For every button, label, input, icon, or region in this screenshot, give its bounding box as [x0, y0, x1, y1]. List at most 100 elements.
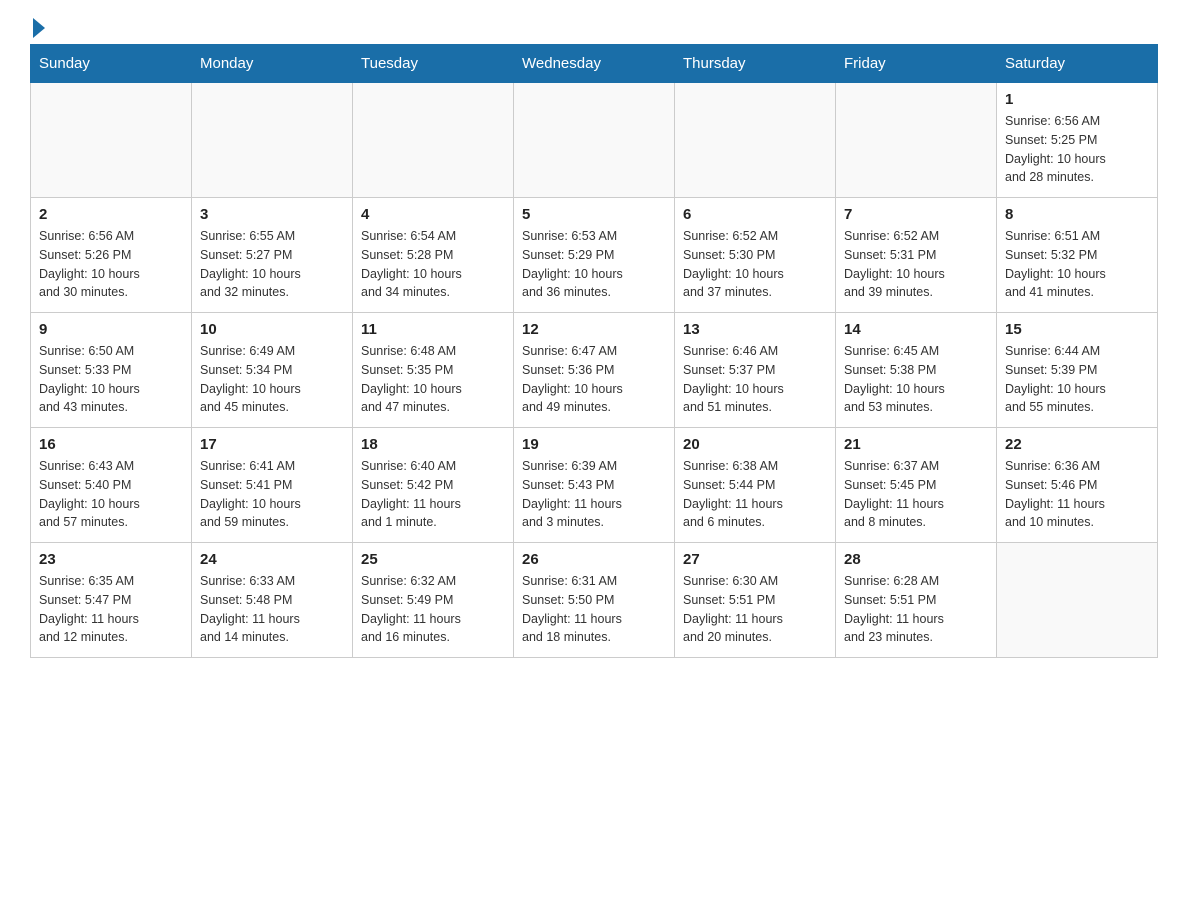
calendar-day: 28Sunrise: 6:28 AMSunset: 5:51 PMDayligh…	[836, 543, 997, 658]
calendar-day: 24 Sunrise: 6:33 AMSunset: 5:48 PMDayligh…	[192, 543, 353, 658]
calendar-day: 26 Sunrise: 6:31 AMSunset: 5:50 PMDayligh…	[514, 543, 675, 658]
day-info: Sunrise: 6:56 AMSunset: 5:26 PMDaylight:…	[39, 227, 183, 302]
calendar-day	[514, 83, 675, 198]
day-number: 18	[361, 436, 505, 453]
calendar-day	[31, 83, 192, 198]
day-info: Sunrise: 6:31 AMSunset: 5:50 PMDaylight:…	[522, 572, 666, 647]
day-number: 28	[844, 551, 988, 568]
day-number: 24	[200, 551, 344, 568]
day-info: Sunrise: 6:53 AMSunset: 5:29 PMDaylight:…	[522, 227, 666, 302]
day-info: Sunrise: 6:52 AMSunset: 5:31 PMDaylight:…	[844, 227, 988, 302]
day-info: Sunrise: 6:52 AMSunset: 5:30 PMDaylight:…	[683, 227, 827, 302]
calendar-table: SundayMondayTuesdayWednesdayThursdayFrid…	[30, 44, 1158, 658]
day-info: Sunrise: 6:50 AMSunset: 5:33 PMDaylight:…	[39, 342, 183, 417]
day-number: 11	[361, 321, 505, 338]
day-number: 3	[200, 206, 344, 223]
calendar-day: 9 Sunrise: 6:50 AMSunset: 5:33 PMDaylight…	[31, 313, 192, 428]
day-info: Sunrise: 6:33 AMSunset: 5:48 PMDaylight:…	[200, 572, 344, 647]
day-info: Sunrise: 6:55 AMSunset: 5:27 PMDaylight:…	[200, 227, 344, 302]
calendar-week-5: 23 Sunrise: 6:35 AMSunset: 5:47 PMDayligh…	[31, 543, 1158, 658]
weekday-header-saturday: Saturday	[997, 45, 1158, 83]
day-info: Sunrise: 6:37 AMSunset: 5:45 PMDaylight:…	[844, 457, 988, 532]
day-number: 19	[522, 436, 666, 453]
day-number: 7	[844, 206, 988, 223]
day-number: 27	[683, 551, 827, 568]
day-number: 25	[361, 551, 505, 568]
calendar-day: 5Sunrise: 6:53 AMSunset: 5:29 PMDaylight…	[514, 198, 675, 313]
day-info: Sunrise: 6:48 AMSunset: 5:35 PMDaylight:…	[361, 342, 505, 417]
day-info: Sunrise: 6:40 AMSunset: 5:42 PMDaylight:…	[361, 457, 505, 532]
calendar-header-row: SundayMondayTuesdayWednesdayThursdayFrid…	[31, 45, 1158, 83]
weekday-header-thursday: Thursday	[675, 45, 836, 83]
calendar-day	[192, 83, 353, 198]
weekday-header-sunday: Sunday	[31, 45, 192, 83]
calendar-day	[836, 83, 997, 198]
weekday-header-wednesday: Wednesday	[514, 45, 675, 83]
calendar-day: 15 Sunrise: 6:44 AMSunset: 5:39 PMDayligh…	[997, 313, 1158, 428]
day-number: 14	[844, 321, 988, 338]
logo	[30, 20, 45, 34]
calendar-day: 11 Sunrise: 6:48 AMSunset: 5:35 PMDayligh…	[353, 313, 514, 428]
day-number: 21	[844, 436, 988, 453]
day-number: 6	[683, 206, 827, 223]
calendar-day: 25 Sunrise: 6:32 AMSunset: 5:49 PMDayligh…	[353, 543, 514, 658]
calendar-day: 21 Sunrise: 6:37 AMSunset: 5:45 PMDayligh…	[836, 428, 997, 543]
calendar-day: 7 Sunrise: 6:52 AMSunset: 5:31 PMDaylight…	[836, 198, 997, 313]
day-info: Sunrise: 6:44 AMSunset: 5:39 PMDaylight:…	[1005, 342, 1149, 417]
day-info: Sunrise: 6:56 AMSunset: 5:25 PMDaylight:…	[1005, 112, 1149, 187]
day-number: 20	[683, 436, 827, 453]
day-info: Sunrise: 6:36 AMSunset: 5:46 PMDaylight:…	[1005, 457, 1149, 532]
day-info: Sunrise: 6:51 AMSunset: 5:32 PMDaylight:…	[1005, 227, 1149, 302]
calendar-day: 4 Sunrise: 6:54 AMSunset: 5:28 PMDaylight…	[353, 198, 514, 313]
calendar-day: 14 Sunrise: 6:45 AMSunset: 5:38 PMDayligh…	[836, 313, 997, 428]
calendar-week-4: 16 Sunrise: 6:43 AMSunset: 5:40 PMDayligh…	[31, 428, 1158, 543]
calendar-day: 3 Sunrise: 6:55 AMSunset: 5:27 PMDaylight…	[192, 198, 353, 313]
day-number: 17	[200, 436, 344, 453]
calendar-day: 20 Sunrise: 6:38 AMSunset: 5:44 PMDayligh…	[675, 428, 836, 543]
day-info: Sunrise: 6:32 AMSunset: 5:49 PMDaylight:…	[361, 572, 505, 647]
day-number: 22	[1005, 436, 1149, 453]
page-header	[30, 20, 1158, 34]
day-info: Sunrise: 6:46 AMSunset: 5:37 PMDaylight:…	[683, 342, 827, 417]
day-info: Sunrise: 6:35 AMSunset: 5:47 PMDaylight:…	[39, 572, 183, 647]
day-number: 8	[1005, 206, 1149, 223]
calendar-day: 19Sunrise: 6:39 AMSunset: 5:43 PMDayligh…	[514, 428, 675, 543]
day-number: 16	[39, 436, 183, 453]
day-number: 1	[1005, 91, 1149, 108]
calendar-day: 1 Sunrise: 6:56 AMSunset: 5:25 PMDaylight…	[997, 83, 1158, 198]
calendar-day: 10 Sunrise: 6:49 AMSunset: 5:34 PMDayligh…	[192, 313, 353, 428]
calendar-day: 13Sunrise: 6:46 AMSunset: 5:37 PMDayligh…	[675, 313, 836, 428]
calendar-day	[353, 83, 514, 198]
day-info: Sunrise: 6:49 AMSunset: 5:34 PMDaylight:…	[200, 342, 344, 417]
day-number: 4	[361, 206, 505, 223]
day-info: Sunrise: 6:45 AMSunset: 5:38 PMDaylight:…	[844, 342, 988, 417]
weekday-header-monday: Monday	[192, 45, 353, 83]
weekday-header-tuesday: Tuesday	[353, 45, 514, 83]
calendar-day: 12Sunrise: 6:47 AMSunset: 5:36 PMDayligh…	[514, 313, 675, 428]
calendar-day	[675, 83, 836, 198]
day-number: 15	[1005, 321, 1149, 338]
day-info: Sunrise: 6:38 AMSunset: 5:44 PMDaylight:…	[683, 457, 827, 532]
calendar-day: 16 Sunrise: 6:43 AMSunset: 5:40 PMDayligh…	[31, 428, 192, 543]
day-info: Sunrise: 6:41 AMSunset: 5:41 PMDaylight:…	[200, 457, 344, 532]
day-info: Sunrise: 6:30 AMSunset: 5:51 PMDaylight:…	[683, 572, 827, 647]
calendar-day: 18 Sunrise: 6:40 AMSunset: 5:42 PMDayligh…	[353, 428, 514, 543]
calendar-day: 23 Sunrise: 6:35 AMSunset: 5:47 PMDayligh…	[31, 543, 192, 658]
day-number: 9	[39, 321, 183, 338]
calendar-day: 2 Sunrise: 6:56 AMSunset: 5:26 PMDaylight…	[31, 198, 192, 313]
calendar-day: 22 Sunrise: 6:36 AMSunset: 5:46 PMDayligh…	[997, 428, 1158, 543]
calendar-day: 6 Sunrise: 6:52 AMSunset: 5:30 PMDaylight…	[675, 198, 836, 313]
logo-arrow-icon	[33, 18, 45, 38]
calendar-week-2: 2 Sunrise: 6:56 AMSunset: 5:26 PMDaylight…	[31, 198, 1158, 313]
calendar-day: 27 Sunrise: 6:30 AMSunset: 5:51 PMDayligh…	[675, 543, 836, 658]
day-info: Sunrise: 6:54 AMSunset: 5:28 PMDaylight:…	[361, 227, 505, 302]
day-number: 23	[39, 551, 183, 568]
day-number: 12	[522, 321, 666, 338]
calendar-day: 17 Sunrise: 6:41 AMSunset: 5:41 PMDayligh…	[192, 428, 353, 543]
calendar-day: 8 Sunrise: 6:51 AMSunset: 5:32 PMDaylight…	[997, 198, 1158, 313]
day-number: 26	[522, 551, 666, 568]
day-number: 2	[39, 206, 183, 223]
day-info: Sunrise: 6:43 AMSunset: 5:40 PMDaylight:…	[39, 457, 183, 532]
day-number: 10	[200, 321, 344, 338]
calendar-day	[997, 543, 1158, 658]
